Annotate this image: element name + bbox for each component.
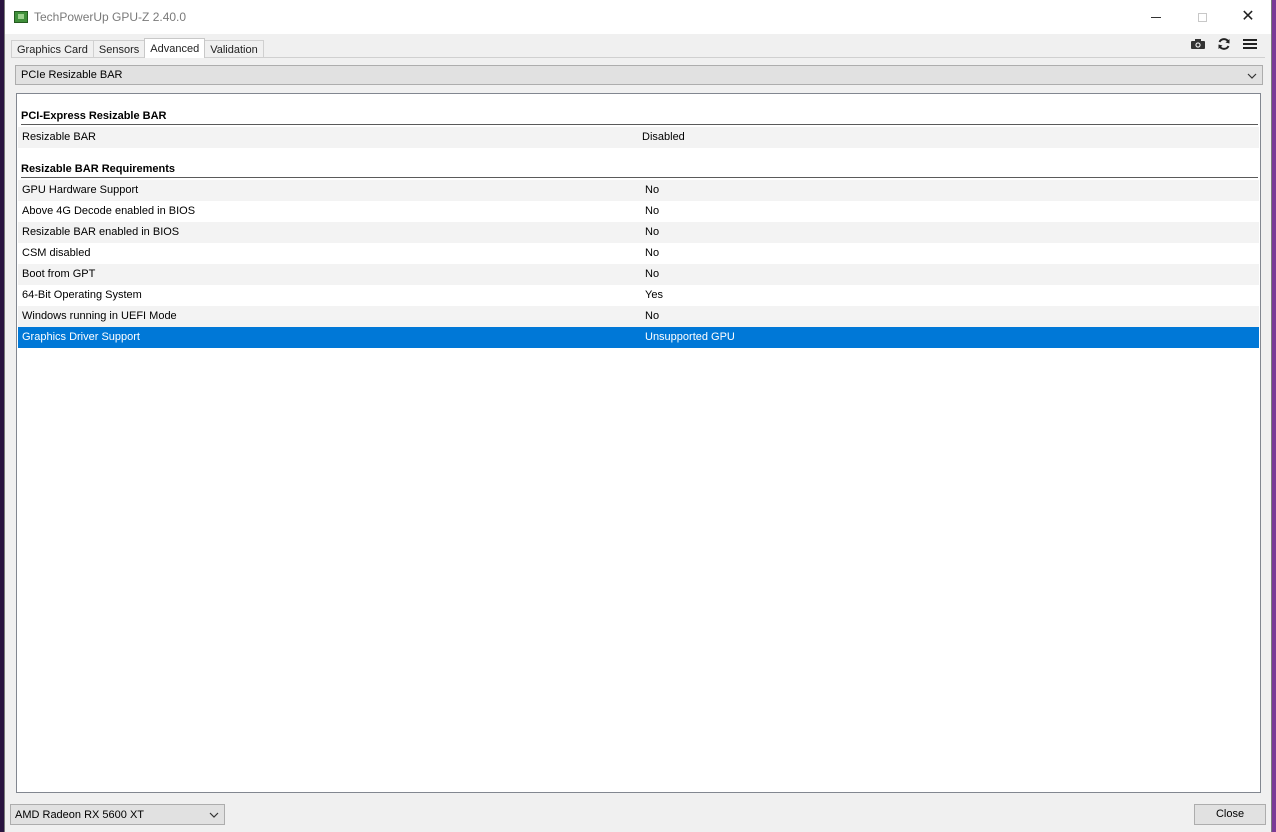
tab-validation[interactable]: Validation — [204, 40, 264, 58]
close-button[interactable]: Close — [1194, 804, 1266, 825]
table-row[interactable]: Windows running in UEFI Mode No — [18, 306, 1259, 327]
category-select-value: PCIe Resizable BAR — [21, 69, 123, 81]
row-label: Resizable BAR enabled in BIOS — [22, 226, 180, 238]
toolbar-icons — [1189, 37, 1259, 51]
minimize-icon — [1151, 16, 1161, 18]
row-value: No — [645, 226, 660, 238]
row-value: No — [645, 310, 660, 322]
row-value: Yes — [645, 289, 663, 301]
tab-advanced[interactable]: Advanced — [144, 38, 206, 58]
row-value: Unsupported GPU — [645, 331, 735, 343]
gpu-select-value: AMD Radeon RX 5600 XT — [15, 809, 145, 821]
row-label: Windows running in UEFI Mode — [22, 310, 177, 322]
refresh-icon[interactable] — [1215, 37, 1233, 51]
menu-icon[interactable] — [1241, 37, 1259, 51]
row-label: Graphics Driver Support — [22, 331, 140, 343]
maximize-button[interactable] — [1179, 0, 1225, 34]
gpuz-app-icon — [14, 11, 28, 23]
table-row[interactable]: Resizable BAR Disabled — [18, 127, 1259, 148]
row-value: No — [645, 184, 660, 196]
close-window-button[interactable]: ✕ — [1225, 0, 1271, 34]
table-row-selected[interactable]: Graphics Driver Support Unsupported GPU — [18, 327, 1259, 348]
row-label: Above 4G Decode enabled in BIOS — [22, 205, 196, 217]
camera-icon[interactable] — [1189, 37, 1207, 51]
row-value: Disabled — [642, 131, 685, 143]
gpu-select[interactable]: AMD Radeon RX 5600 XT — [10, 804, 225, 825]
close-icon: ✕ — [1241, 8, 1255, 25]
maximize-icon — [1197, 12, 1207, 22]
section-heading-text: PCI-Express Resizable BAR — [21, 110, 167, 122]
minimize-button[interactable] — [1133, 0, 1179, 34]
section-heading-requirements: Resizable BAR Requirements — [21, 162, 1258, 178]
row-value: No — [645, 268, 660, 280]
section-heading-text: Resizable BAR Requirements — [21, 163, 176, 175]
table-row[interactable]: GPU Hardware Support No — [18, 180, 1259, 201]
table-row[interactable]: 64-Bit Operating System Yes — [18, 285, 1259, 306]
chevron-down-icon — [209, 812, 219, 818]
row-label: Boot from GPT — [22, 268, 96, 280]
row-value: No — [645, 205, 660, 217]
chevron-down-icon — [1247, 73, 1257, 79]
title-bar[interactable]: TechPowerUp GPU-Z 2.40.0 ✕ — [5, 0, 1271, 34]
section-heading-pcie: PCI-Express Resizable BAR — [21, 109, 1258, 125]
row-value: No — [645, 247, 660, 259]
tab-bar: Graphics Card Sensors Advanced Validatio… — [11, 38, 264, 58]
row-label: Resizable BAR — [22, 131, 96, 143]
tab-sensors[interactable]: Sensors — [92, 40, 146, 58]
table-row[interactable]: Boot from GPT No — [18, 264, 1259, 285]
table-row[interactable]: Above 4G Decode enabled in BIOS No — [18, 201, 1259, 222]
row-label: CSM disabled — [22, 247, 91, 259]
window-title: TechPowerUp GPU-Z 2.40.0 — [34, 10, 187, 24]
tab-graphics-card[interactable]: Graphics Card — [11, 40, 94, 58]
gpuz-window: TechPowerUp GPU-Z 2.40.0 ✕ Graphics Card… — [4, 0, 1272, 832]
row-label: 64-Bit Operating System — [22, 289, 142, 301]
table-row[interactable]: Resizable BAR enabled in BIOS No — [18, 222, 1259, 243]
category-select[interactable]: PCIe Resizable BAR — [15, 65, 1263, 85]
table-row[interactable]: CSM disabled No — [18, 243, 1259, 264]
advanced-info-panel: PCI-Express Resizable BAR Resizable BAR … — [16, 93, 1261, 793]
row-label: GPU Hardware Support — [22, 184, 139, 196]
